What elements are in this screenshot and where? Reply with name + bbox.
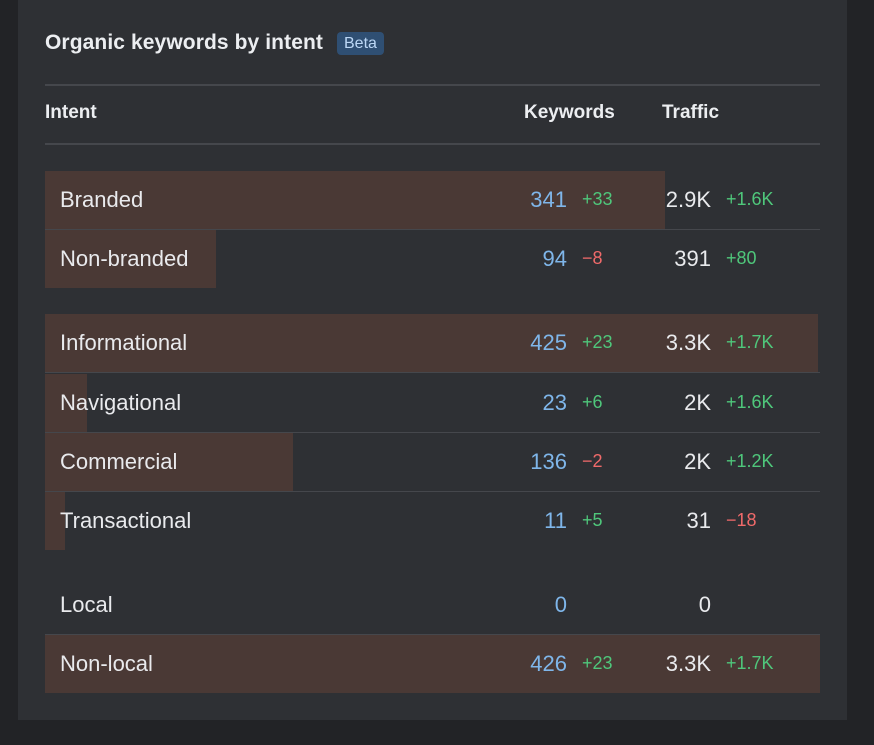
table-row-non-branded[interactable]: Non-branded 94 −8 391 +80: [45, 230, 820, 288]
widget-header: Organic keywords by intent Beta: [45, 28, 384, 58]
intent-label: Transactional: [60, 508, 192, 533]
keywords-value-link[interactable]: 11: [544, 492, 567, 550]
intent-label: Branded: [60, 187, 144, 212]
keywords-delta: +5: [582, 510, 603, 530]
traffic-delta: +1.6K: [726, 189, 774, 209]
table-row-non-local[interactable]: Non-local 426 +23 3.3K +1.7K: [45, 635, 820, 693]
traffic-delta: −18: [726, 510, 757, 530]
keywords-delta: −8: [582, 248, 603, 268]
header-bottom-divider: [45, 143, 820, 145]
row-divider: [45, 372, 820, 373]
table-row-informational[interactable]: Informational 425 +23 3.3K +1.7K: [45, 314, 820, 373]
column-header-keywords[interactable]: Keywords: [524, 102, 615, 124]
keywords-value-link[interactable]: 426: [530, 635, 567, 693]
column-header-intent[interactable]: Intent: [45, 102, 97, 124]
keywords-delta: −2: [582, 451, 603, 471]
traffic-value: 3.3K: [665, 330, 711, 355]
traffic-delta: +1.2K: [726, 451, 774, 471]
traffic-value: 2.9K: [665, 187, 711, 212]
table-row-branded[interactable]: Branded 341 +33 2.9K +1.6K: [45, 171, 820, 230]
traffic-delta: +1.6K: [726, 392, 774, 412]
traffic-value: 31: [686, 508, 711, 533]
keywords-delta: +23: [582, 653, 613, 673]
intent-label: Navigational: [60, 390, 182, 415]
traffic-delta: +1.7K: [726, 653, 774, 673]
traffic-delta: +80: [726, 248, 757, 268]
widget-title: Organic keywords by intent: [45, 31, 323, 54]
table-row-local[interactable]: Local 0 0: [45, 576, 820, 635]
table-header: Intent Keywords Traffic: [45, 99, 820, 129]
column-header-traffic[interactable]: Traffic: [662, 102, 719, 124]
traffic-value: 3.3K: [665, 651, 711, 676]
traffic-value: 0: [698, 592, 711, 617]
keywords-value-link[interactable]: 425: [530, 314, 567, 372]
intent-label: Informational: [60, 330, 188, 355]
intent-label: Non-branded: [60, 246, 189, 271]
traffic-value: 2K: [684, 449, 711, 474]
keywords-value-link[interactable]: 23: [543, 374, 567, 432]
table-row-navigational[interactable]: Navigational 23 +6 2K +1.6K: [45, 374, 820, 433]
traffic-value: 391: [674, 246, 711, 271]
table-row-transactional[interactable]: Transactional 11 +5 31 −18: [45, 492, 820, 550]
keywords-value-link[interactable]: 0: [555, 576, 567, 634]
keywords-value-link[interactable]: 94: [543, 230, 567, 288]
keywords-delta: +6: [582, 392, 603, 412]
intent-label: Local: [60, 592, 113, 617]
traffic-value: 2K: [684, 390, 711, 415]
keywords-value-link[interactable]: 136: [530, 433, 567, 491]
traffic-delta: +1.7K: [726, 332, 774, 352]
keywords-delta: +33: [582, 189, 613, 209]
table-row-commercial[interactable]: Commercial 136 −2 2K +1.2K: [45, 433, 820, 492]
intent-label: Commercial: [60, 449, 178, 474]
header-top-divider: [45, 84, 820, 86]
keywords-value-link[interactable]: 341: [530, 171, 567, 229]
intent-label: Non-local: [60, 651, 153, 676]
beta-badge: Beta: [337, 31, 384, 55]
keywords-delta: +23: [582, 332, 613, 352]
